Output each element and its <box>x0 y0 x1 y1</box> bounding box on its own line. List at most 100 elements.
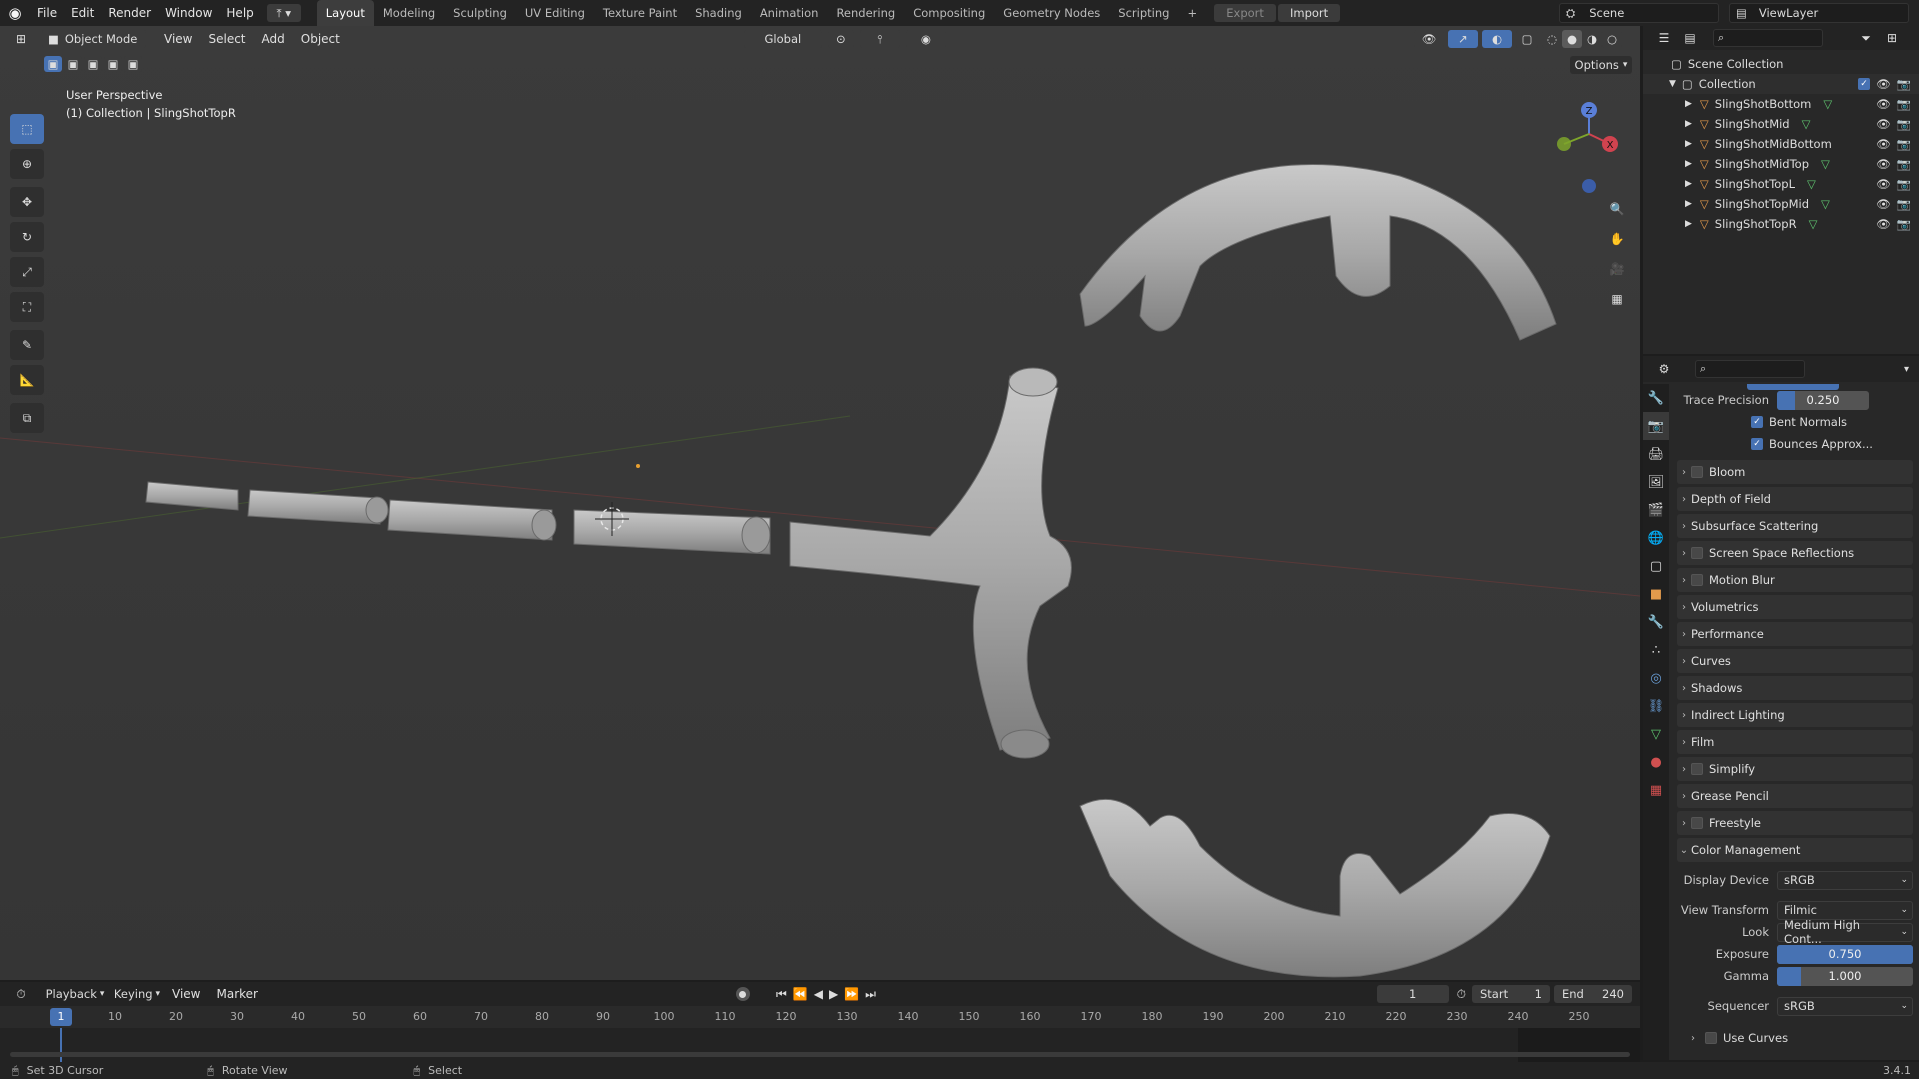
list-item[interactable]: ▶ ▽ SlingShotTopR ▽ 👁 📷 <box>1643 214 1919 234</box>
look-select[interactable]: Medium High Cont... ⌄ <box>1777 918 1913 946</box>
expand-down-icon[interactable]: ▼ <box>1669 79 1676 89</box>
expand-right-icon[interactable]: ▶ <box>1685 119 1692 129</box>
play-icon[interactable]: ▶ <box>829 987 838 1002</box>
snap-icon[interactable]: ⫯ <box>859 30 900 48</box>
overlay-icon[interactable]: ◐ <box>1482 30 1512 48</box>
tab-rendering[interactable]: Rendering <box>827 0 904 26</box>
select-invert-icon[interactable]: ▣ <box>104 56 122 72</box>
panel-film[interactable]: › Film <box>1677 730 1913 754</box>
pivot-icon[interactable]: ⊙ <box>827 30 854 48</box>
view-transform-select[interactable]: Filmic ⌄ <box>1777 900 1913 920</box>
scene-tab-icon[interactable]: 🎬 <box>1643 496 1669 524</box>
menu-render[interactable]: Render <box>101 0 158 26</box>
gamma-field[interactable]: 1.000 <box>1777 966 1913 986</box>
3d-viewport[interactable]: ⊞ ■ Object Mode View Select Add Object Gl… <box>0 26 1640 980</box>
select-mode-buttons[interactable]: ▣ ▣ ▣ ▣ ▣ <box>44 56 142 72</box>
scene-selector[interactable]: ⛭ Scene <box>1559 3 1719 23</box>
expand-right-icon[interactable]: ▶ <box>1685 139 1692 149</box>
playhead[interactable]: 1 <box>50 1008 72 1026</box>
eye-icon[interactable]: 👁 <box>1876 177 1891 191</box>
playback-menu[interactable]: Playback ▾ <box>44 985 106 1003</box>
camera-icon[interactable]: 📷 <box>1897 77 1911 91</box>
panel-indirect-lighting[interactable]: › Indirect Lighting <box>1677 703 1913 727</box>
new-collection-icon[interactable]: ⊞ <box>1879 25 1905 51</box>
menu-edit[interactable]: Edit <box>64 0 101 26</box>
list-item[interactable]: ▶ ▽ SlingShotTopMid ▽ 👁 📷 <box>1643 194 1919 214</box>
freestyle-checkbox[interactable] <box>1691 817 1703 829</box>
viewport-menu-object[interactable]: Object <box>293 32 348 46</box>
zoom-icon[interactable]: 🔍 <box>1604 196 1630 222</box>
modifier-tab-icon[interactable]: 🔧 <box>1643 608 1669 636</box>
display-mode-icon[interactable]: ▤ <box>1677 25 1703 51</box>
camera-icon[interactable]: 📷 <box>1897 97 1911 111</box>
jump-start-icon[interactable]: ⏮ <box>776 987 787 1002</box>
expand-right-icon[interactable]: ▶ <box>1685 179 1692 189</box>
wireframe-shading-icon[interactable]: ◌ <box>1542 30 1562 48</box>
view-layer-selector[interactable]: ▤ ViewLayer <box>1729 3 1909 23</box>
current-frame-field[interactable]: 1 <box>1376 985 1449 1003</box>
keying-menu[interactable]: Keying ▾ <box>110 985 164 1003</box>
tab-sculpting[interactable]: Sculpting <box>444 0 516 26</box>
scale-tool-icon[interactable]: ⤢ <box>10 257 44 287</box>
list-item[interactable]: ▶ ▽ SlingShotBottom ▽ 👁 📷 <box>1643 94 1919 114</box>
eye-icon[interactable]: 👁 <box>1876 97 1891 111</box>
export-button[interactable]: Export <box>1214 4 1277 22</box>
tab-shading[interactable]: Shading <box>686 0 751 26</box>
gizmo-y-axis-icon[interactable] <box>1557 137 1571 151</box>
gizmo-neg-z-icon[interactable] <box>1582 179 1596 193</box>
proportional-edit-icon[interactable]: ◉ <box>905 30 946 48</box>
viewport-menu-add[interactable]: Add <box>254 32 293 46</box>
particles-tab-icon[interactable]: ∴ <box>1643 636 1669 664</box>
play-reverse-icon[interactable]: ◀ <box>814 987 823 1002</box>
properties-search-input[interactable]: ⌕ <box>1695 360 1805 378</box>
panel-bloom[interactable]: › Bloom <box>1677 460 1913 484</box>
options-button[interactable]: Options ▾ <box>1570 56 1632 74</box>
gizmo-icon[interactable]: ↗ <box>1448 30 1478 48</box>
upload-icon[interactable]: ⤒ ▾ <box>266 4 301 22</box>
move-tool-icon[interactable]: ✥ <box>10 187 44 217</box>
mesh-data-tab-icon[interactable]: ▽ <box>1643 720 1669 748</box>
blender-logo-icon[interactable]: ◉ <box>0 4 30 22</box>
eye-icon[interactable]: 👁 <box>1876 77 1891 91</box>
camera-icon[interactable]: 📷 <box>1897 177 1911 191</box>
ssr-checkbox[interactable] <box>1691 547 1703 559</box>
eye-icon[interactable]: 👁 <box>1876 137 1891 151</box>
panel-performance[interactable]: › Performance <box>1677 622 1913 646</box>
expand-right-icon[interactable]: ▶ <box>1685 219 1692 229</box>
panel-freestyle[interactable]: › Freestyle <box>1677 811 1913 835</box>
tab-animation[interactable]: Animation <box>751 0 828 26</box>
panel-motion-blur[interactable]: › Motion Blur <box>1677 568 1913 592</box>
mode-selector[interactable]: ■ Object Mode <box>42 30 146 48</box>
tab-modeling[interactable]: Modeling <box>374 0 444 26</box>
trace-precision-field[interactable]: 0.250 <box>1777 390 1869 410</box>
rotate-tool-icon[interactable]: ↻ <box>10 222 44 252</box>
panel-color-management[interactable]: ⌄ Color Management <box>1677 838 1913 862</box>
rendered-shading-icon[interactable]: ○ <box>1602 30 1622 48</box>
list-item[interactable]: ▶ ▽ SlingShotMidBottom 👁 📷 <box>1643 134 1919 154</box>
simplify-checkbox[interactable] <box>1691 763 1703 775</box>
collection-exclude-checkbox[interactable]: ✓ <box>1858 78 1871 90</box>
menu-file[interactable]: File <box>30 0 64 26</box>
display-device-select[interactable]: sRGB ⌄ <box>1777 870 1913 890</box>
panel-screen-space-reflections[interactable]: › Screen Space Reflections <box>1677 541 1913 565</box>
panel-shadows[interactable]: › Shadows <box>1677 676 1913 700</box>
camera-icon[interactable]: 📷 <box>1897 217 1911 231</box>
view-layer-tab-icon[interactable]: 🖼 <box>1643 468 1669 496</box>
filter-icon[interactable]: ⏷ <box>1853 25 1879 51</box>
perspective-grid-icon[interactable]: ▦ <box>1604 286 1630 312</box>
xray-icon[interactable]: ▢ <box>1516 30 1538 48</box>
panel-volumetrics[interactable]: › Volumetrics <box>1677 595 1913 619</box>
chevron-down-icon[interactable]: ▾ <box>1904 364 1909 375</box>
solid-shading-icon[interactable]: ● <box>1562 30 1582 48</box>
panel-depth-of-field[interactable]: › Depth of Field <box>1677 487 1913 511</box>
tab-scripting[interactable]: Scripting <box>1109 0 1178 26</box>
viewport-menu-select[interactable]: Select <box>200 32 253 46</box>
expand-right-icon[interactable]: ▶ <box>1685 199 1692 209</box>
outliner-editor-icon[interactable]: ☰ <box>1651 25 1677 51</box>
texture-tab-icon[interactable]: ▦ <box>1643 776 1669 804</box>
select-extend-icon[interactable]: ▣ <box>64 56 82 72</box>
bloom-checkbox[interactable] <box>1691 466 1703 478</box>
viewport-menu-view[interactable]: View <box>156 32 200 46</box>
timeline-ruler[interactable]: 1 10 20 30 40 50 60 70 80 90 100 110 120… <box>0 1006 1640 1028</box>
menu-help[interactable]: Help <box>219 0 260 26</box>
